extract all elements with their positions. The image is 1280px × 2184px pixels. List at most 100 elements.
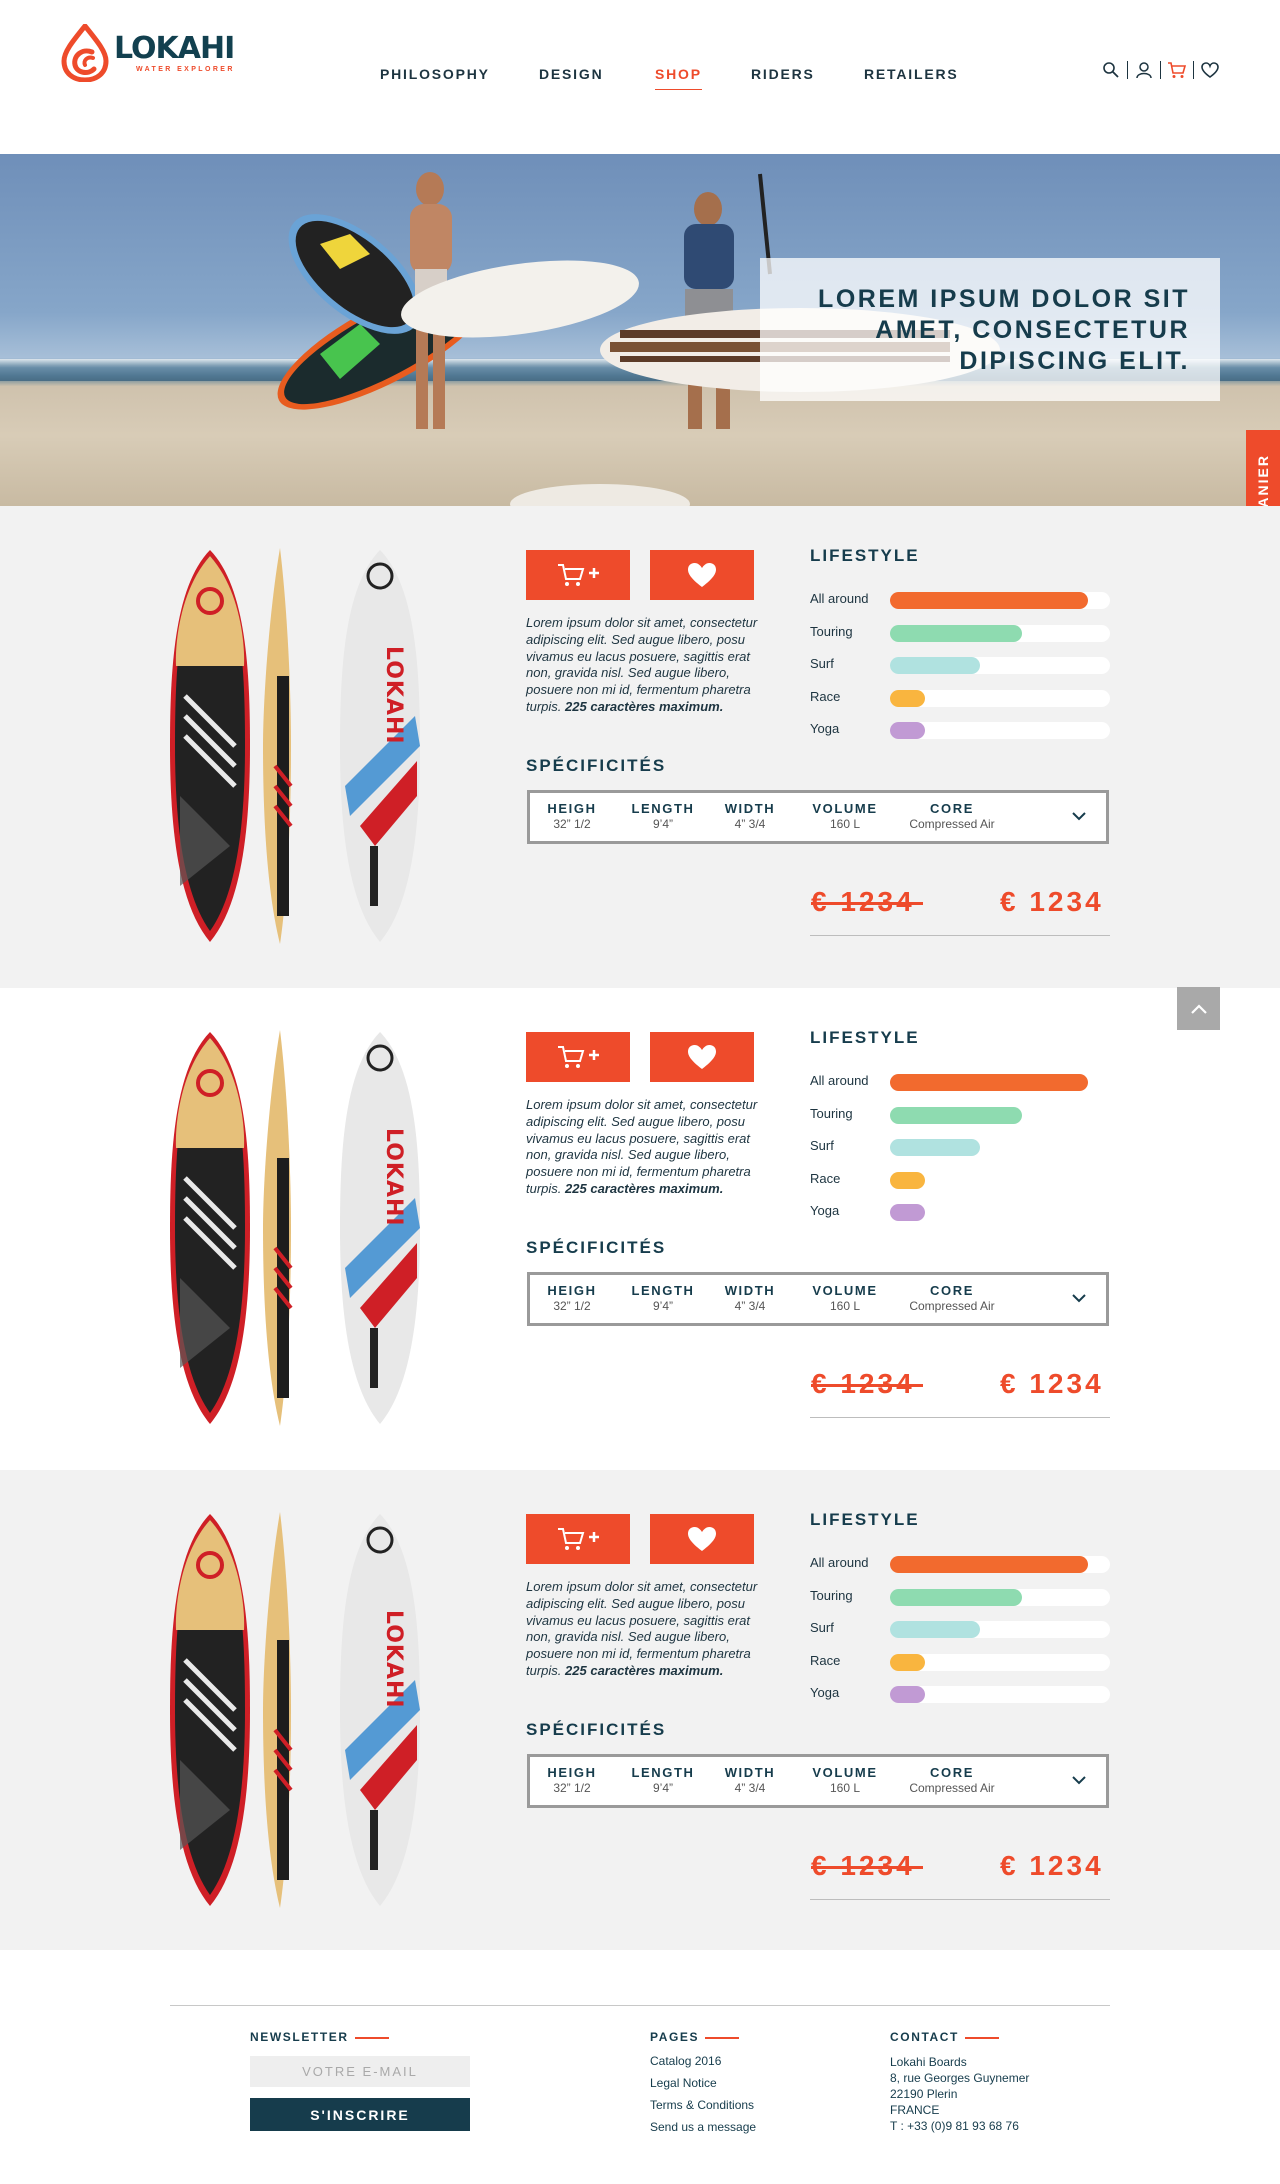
old-price: € 1234 xyxy=(811,1368,923,1399)
board-brand-label: LOKAHI xyxy=(381,1610,406,1709)
lifestyle-label: Yoga xyxy=(810,721,840,736)
lifestyle-bar-track xyxy=(890,689,1110,707)
chevron-up-icon xyxy=(1190,1003,1207,1014)
spec-label: WIDTH xyxy=(724,1283,776,1298)
lifestyle-bar-track xyxy=(890,1653,1110,1671)
add-to-cart-button[interactable] xyxy=(526,1514,630,1564)
chevron-down-icon[interactable] xyxy=(1070,1289,1088,1307)
lifestyle-bar-fill xyxy=(890,1139,981,1156)
cart-icon[interactable] xyxy=(1167,60,1187,80)
lifestyle-bar-fill xyxy=(890,592,1088,609)
footer-link-message[interactable]: Send us a message xyxy=(650,2120,756,2134)
specs-dropdown[interactable]: HEIGH 32” 1/2 LENGTH 9’4” WIDTH 4” 3/4 V… xyxy=(527,790,1109,844)
lifestyle-bar-fill xyxy=(890,1204,926,1221)
spec-item: WIDTH 4” 3/4 xyxy=(720,801,780,831)
spec-value: Compressed Air xyxy=(909,1781,995,1795)
specs-title: SPÉCIFICITÉS xyxy=(526,1238,667,1257)
lifestyle-bar-fill xyxy=(890,722,926,739)
spec-value: 4” 3/4 xyxy=(734,1781,766,1795)
board-side-view xyxy=(263,548,293,944)
lifestyle-label: Race xyxy=(810,1652,841,1668)
footer-link-terms[interactable]: Terms & Conditions xyxy=(650,2098,754,2112)
price-divider xyxy=(810,1899,1110,1900)
spec-value: Compressed Air xyxy=(909,1299,995,1313)
product-board-images[interactable]: LOKAHI xyxy=(165,1510,485,1910)
add-to-wishlist-button[interactable] xyxy=(650,1514,754,1564)
board-bottom-view xyxy=(340,1514,420,1906)
spec-value: 160 L xyxy=(829,817,861,831)
heart-icon[interactable] xyxy=(1200,60,1220,80)
spec-label: LENGTH xyxy=(631,801,695,816)
spec-label: LENGTH xyxy=(631,1283,695,1298)
hero-title-line: DIPISCING ELIT. xyxy=(959,347,1190,375)
lifestyle-label: All around xyxy=(810,591,869,606)
product-row: LOKAHI Lorem ipsum dolor sit amet, conse… xyxy=(0,988,1280,1470)
lifestyle-row: All around xyxy=(810,589,1110,609)
chevron-down-icon[interactable] xyxy=(1070,807,1088,825)
nav-riders[interactable]: RIDERS xyxy=(751,66,815,82)
page: LOKAHI WATER EXPLORER PHILOSOPHY DESIGN … xyxy=(0,0,1280,2184)
lifestyle-bar-fill xyxy=(890,1074,1088,1091)
lifestyle-row: Touring xyxy=(810,1104,1110,1124)
site-header: LOKAHI WATER EXPLORER PHILOSOPHY DESIGN … xyxy=(0,0,1280,154)
newsletter-subscribe-button[interactable]: S'INSCRIRE xyxy=(250,2098,470,2131)
spec-label: CORE xyxy=(930,801,974,816)
board-brand-label: LOKAHI xyxy=(381,1128,406,1227)
lifestyle-row: Touring xyxy=(810,1586,1110,1606)
price-divider xyxy=(810,1417,1110,1418)
footer-link-legal[interactable]: Legal Notice xyxy=(650,2076,717,2090)
user-icon[interactable] xyxy=(1134,60,1154,80)
board-side-view xyxy=(263,1030,293,1426)
lifestyle-bar-track xyxy=(890,1686,1110,1703)
nav-retailers[interactable]: RETAILERS xyxy=(864,66,959,82)
specs-dropdown[interactable]: HEIGH 32” 1/2 LENGTH 9’4” WIDTH 4” 3/4 V… xyxy=(527,1272,1109,1326)
add-to-cart-icon xyxy=(558,564,599,586)
search-icon[interactable] xyxy=(1101,60,1121,80)
chevron-down-icon[interactable] xyxy=(1070,1771,1088,1789)
spec-value: 4” 3/4 xyxy=(734,1299,766,1313)
product-description-bold: 225 caractères maximum. xyxy=(565,1180,724,1196)
pages-title: PAGES xyxy=(650,2030,740,2044)
contact-line: 8, rue Georges Guynemer xyxy=(890,2071,1030,2085)
footer-link-catalog[interactable]: Catalog 2016 xyxy=(650,2054,721,2068)
logo[interactable]: LOKAHI WATER EXPLORER xyxy=(60,24,235,82)
board-images: LOKAHI xyxy=(170,1030,420,1426)
footer-divider xyxy=(170,2005,1110,2006)
lifestyle-row: Surf xyxy=(810,654,1110,674)
spec-value: 9’4” xyxy=(652,817,673,831)
add-to-cart-button[interactable] xyxy=(526,550,630,600)
scroll-to-top-button[interactable] xyxy=(1177,987,1220,1030)
add-to-wishlist-button[interactable] xyxy=(650,1032,754,1082)
contact-line: 22190 Plerin xyxy=(890,2087,958,2101)
header-divider xyxy=(1160,61,1161,79)
lifestyle-row: Yoga xyxy=(810,1683,1110,1703)
lifestyle-bar-track xyxy=(890,1204,1110,1221)
spec-item: HEIGH 32” 1/2 xyxy=(542,1283,602,1313)
contact-line: FRANCE xyxy=(890,2103,940,2117)
nav-design[interactable]: DESIGN xyxy=(539,66,603,82)
price-divider xyxy=(810,935,1110,936)
spec-label: CORE xyxy=(930,1765,974,1780)
lifestyle-bar-track xyxy=(890,1139,1110,1156)
newsletter-email-input[interactable] xyxy=(250,2056,470,2087)
lifestyle-label: Yoga xyxy=(810,1203,840,1218)
lifestyle-row: Touring xyxy=(810,622,1110,642)
product-description-bold: 225 caractères maximum. xyxy=(565,698,724,714)
add-to-cart-button[interactable] xyxy=(526,1032,630,1082)
lifestyle-bar-track xyxy=(890,1588,1110,1606)
add-to-cart-icon xyxy=(558,1528,599,1550)
nav-shop[interactable]: SHOP xyxy=(655,66,702,90)
product-row: LOKAHI Lorem ipsum dolor sit amet, conse… xyxy=(0,506,1280,988)
wishlist-heart-icon xyxy=(688,1527,716,1551)
spec-item: WIDTH 4” 3/4 xyxy=(720,1283,780,1313)
lifestyle-title: LIFESTYLE xyxy=(810,1510,920,1529)
lifestyle-row: Race xyxy=(810,1169,1110,1189)
lifestyle-label: Touring xyxy=(810,1587,853,1603)
nav-philosophy[interactable]: PHILOSOPHY xyxy=(380,66,490,82)
product-board-images[interactable]: LOKAHI xyxy=(165,546,485,946)
specs-dropdown[interactable]: HEIGH 32” 1/2 LENGTH 9’4” WIDTH 4” 3/4 V… xyxy=(527,1754,1109,1808)
add-to-cart-icon xyxy=(558,1046,599,1068)
add-to-wishlist-button[interactable] xyxy=(650,550,754,600)
lifestyle-label: Yoga xyxy=(810,1685,840,1700)
product-board-images[interactable]: LOKAHI xyxy=(165,1028,485,1428)
